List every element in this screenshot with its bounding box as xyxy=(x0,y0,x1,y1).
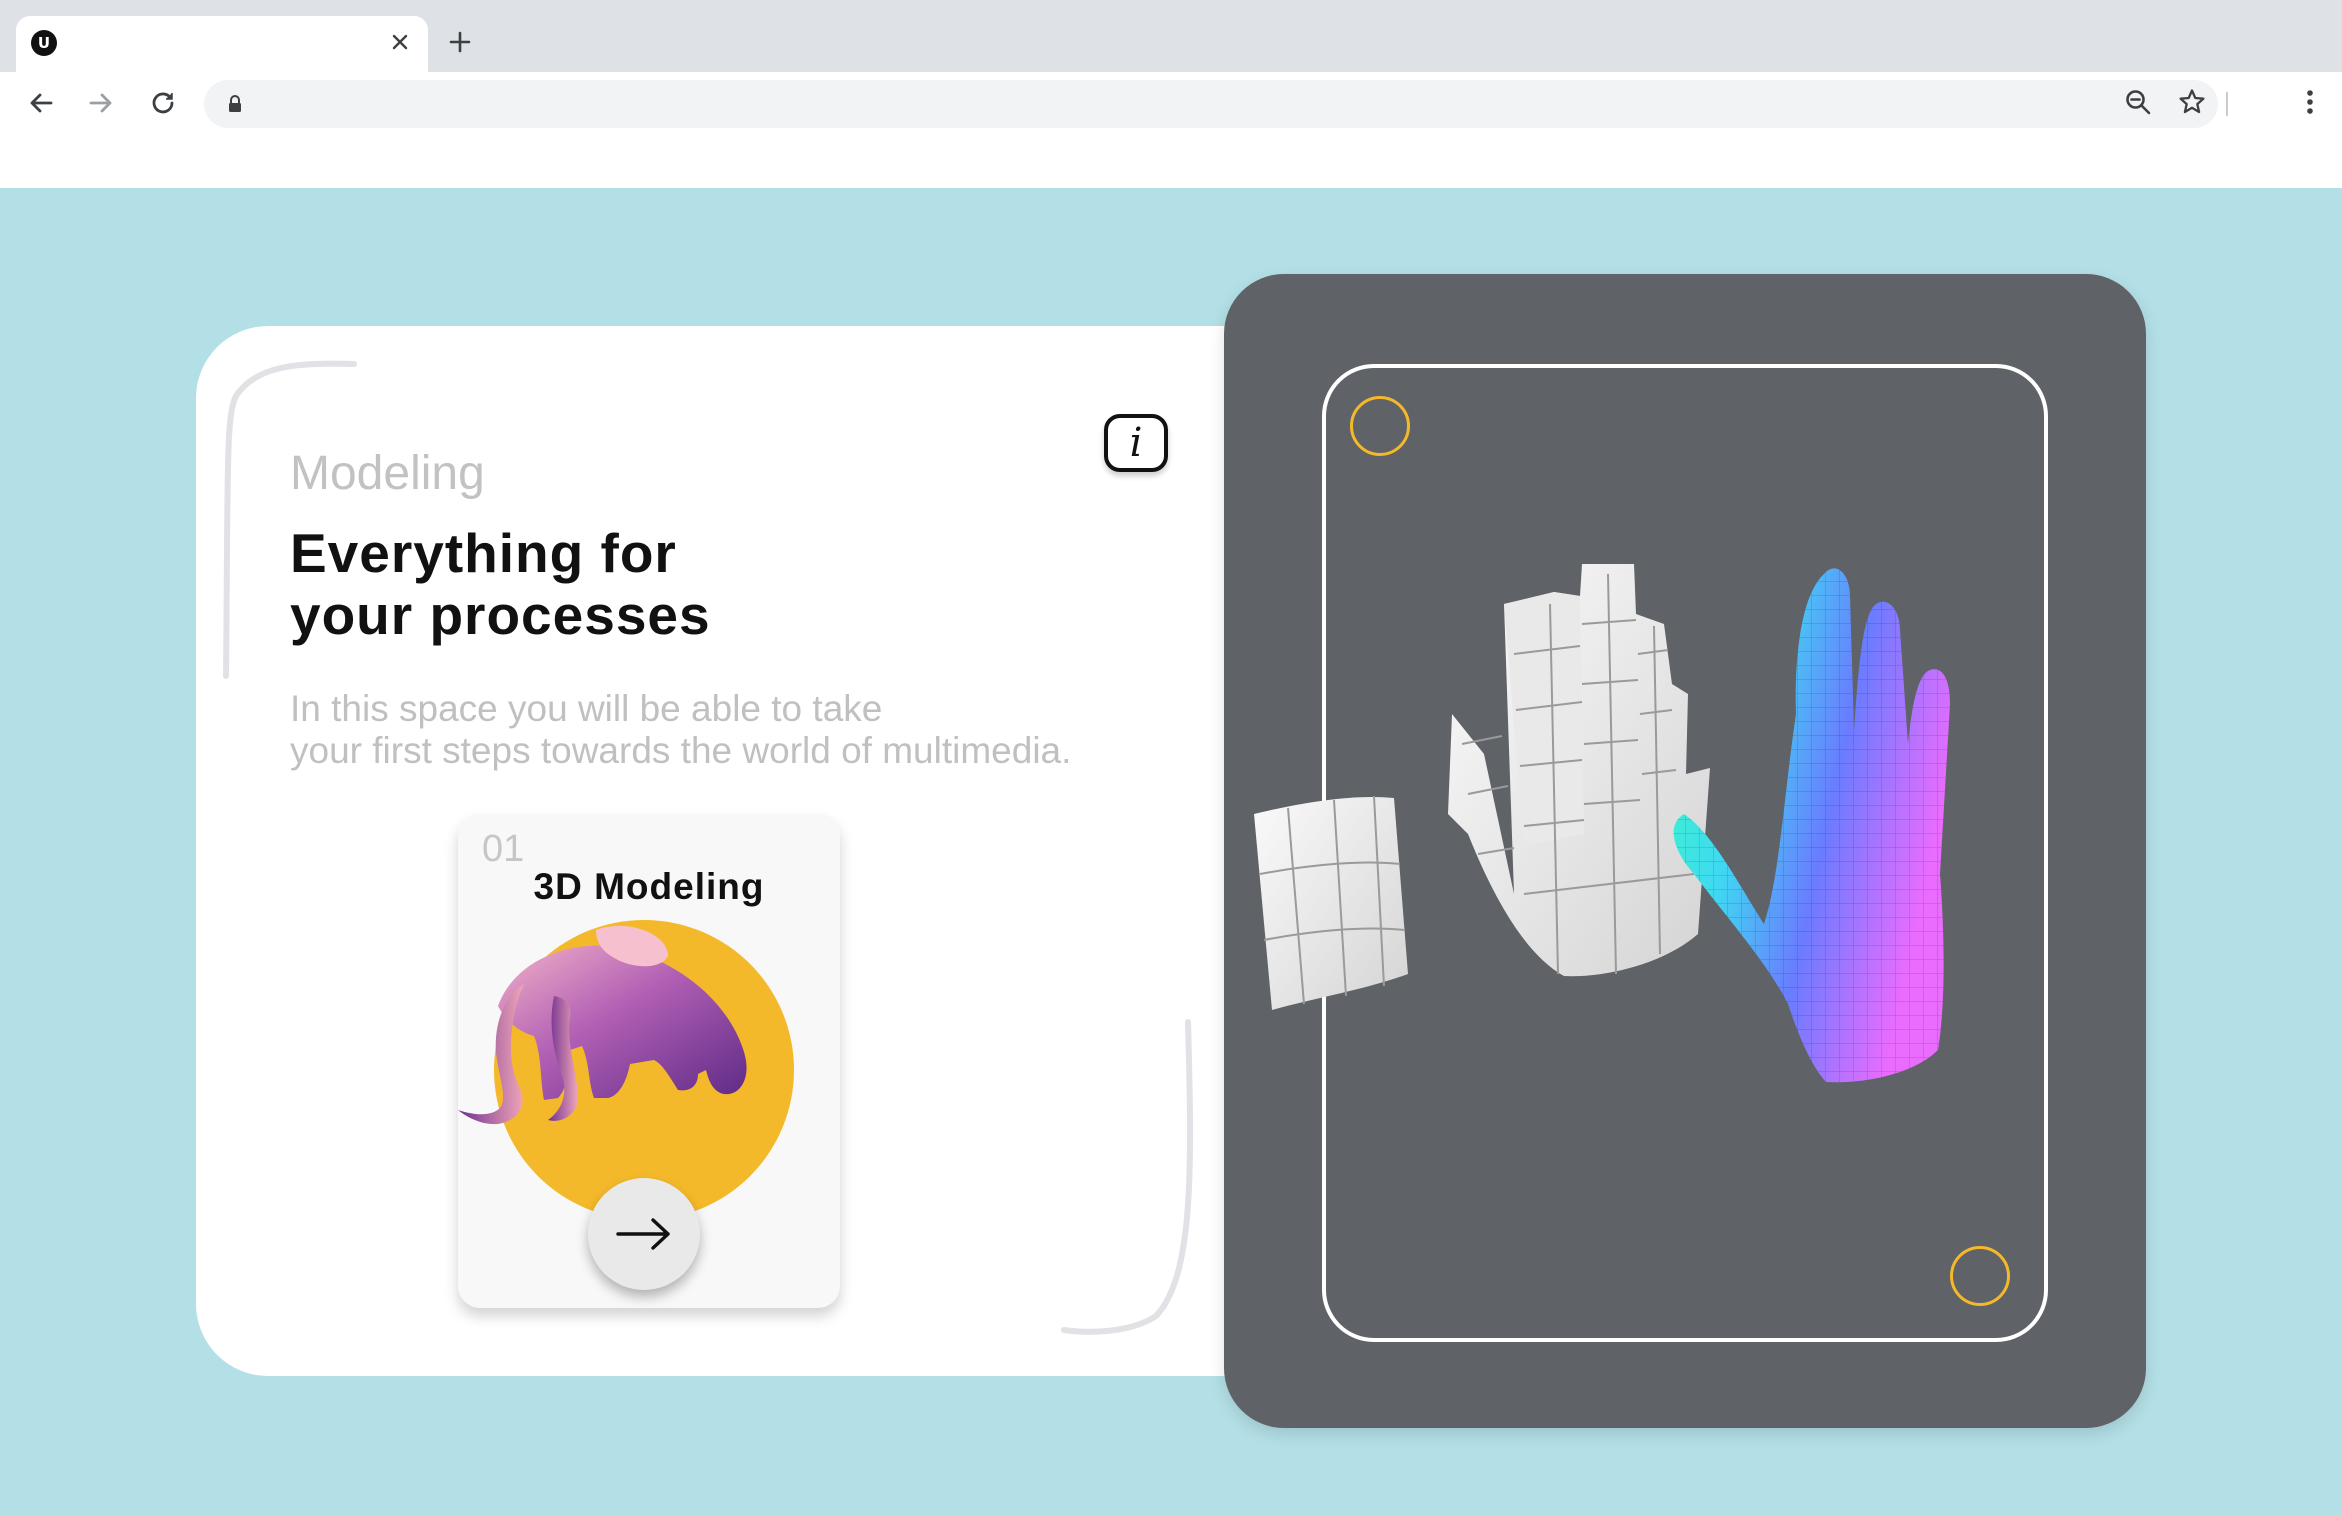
bookmark-button[interactable] xyxy=(2172,82,2212,122)
tab-close-icon[interactable] xyxy=(386,28,414,56)
reload-icon xyxy=(152,92,174,114)
address-bar[interactable] xyxy=(204,80,2218,128)
arrow-right-icon xyxy=(89,93,112,113)
topic-number: 01 xyxy=(482,828,525,870)
arrow-left-icon xyxy=(30,93,53,113)
lock-icon xyxy=(229,95,241,112)
toolbar-divider xyxy=(2226,92,2228,116)
browser-tab-strip: U xyxy=(0,0,2342,72)
section-eyebrow: Modeling xyxy=(290,447,485,500)
info-icon: i xyxy=(1129,420,1143,466)
browser-menu-button[interactable] xyxy=(2290,82,2330,122)
arrow-right-icon xyxy=(616,1218,670,1250)
description-line: In this space you will be able to take xyxy=(290,688,883,729)
topic-card-3d-modeling[interactable]: 01 3D Modeling xyxy=(458,814,840,1308)
topic-title: 3D Modeling xyxy=(533,866,765,907)
headline-line: Everything for xyxy=(290,522,677,584)
content-card: i Modeling Everything for your processes… xyxy=(196,326,1336,1376)
back-button[interactable] xyxy=(22,84,60,122)
description-text: In this space you will be able to take y… xyxy=(290,688,1071,772)
reload-button[interactable] xyxy=(144,84,182,122)
star-icon xyxy=(2179,89,2205,114)
forward-button[interactable] xyxy=(82,84,120,122)
kebab-menu-icon xyxy=(2307,90,2313,114)
mammoth-illustration xyxy=(458,920,794,1214)
site-favicon-icon: U xyxy=(31,30,57,56)
high-poly-hand xyxy=(1673,568,1950,1083)
page-header-strip xyxy=(0,134,2342,188)
headline-line: your processes xyxy=(290,584,711,646)
new-tab-icon[interactable] xyxy=(444,26,476,58)
hand-models-illustration xyxy=(1254,564,1950,1083)
info-button[interactable]: i xyxy=(1104,414,1168,472)
low-poly-hand xyxy=(1448,564,1710,977)
browser-tab[interactable]: U xyxy=(16,16,428,72)
description-line: your first steps towards the world of mu… xyxy=(290,730,1072,771)
preview-panel xyxy=(1224,274,2146,1428)
zoom-out-icon xyxy=(2126,90,2151,115)
browser-toolbar xyxy=(0,72,2342,134)
zoom-button[interactable] xyxy=(2118,82,2158,122)
page-title: Everything for your processes xyxy=(290,522,711,646)
low-poly-block xyxy=(1254,795,1408,1010)
next-arrow-button[interactable] xyxy=(588,1178,700,1290)
